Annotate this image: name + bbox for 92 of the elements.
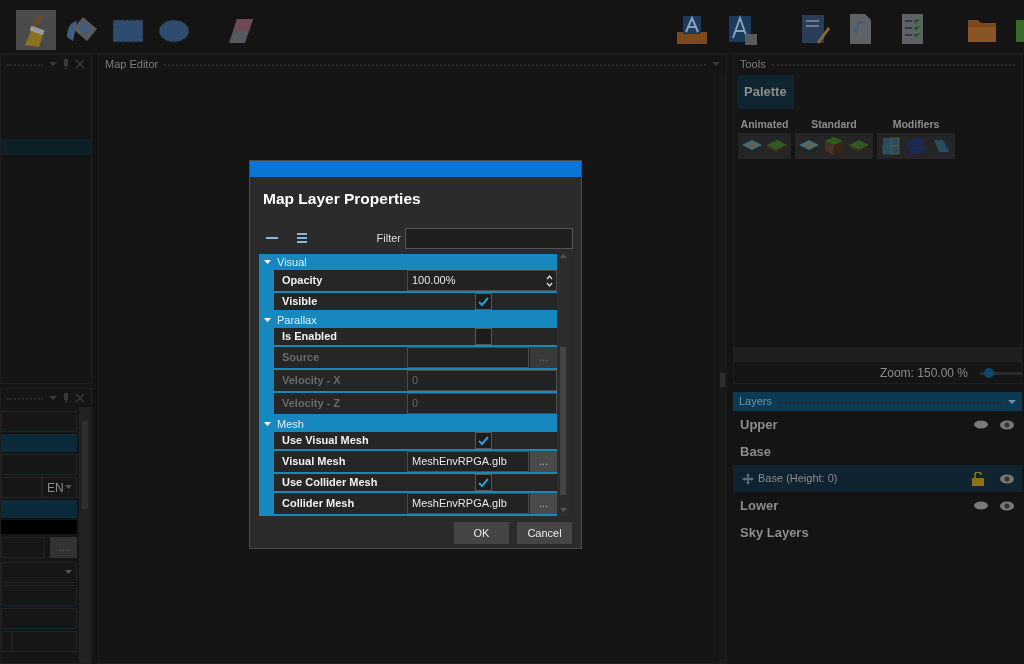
selected-row[interactable] bbox=[1, 434, 77, 452]
panel-title: Layers bbox=[739, 394, 773, 410]
scroll-thumb[interactable] bbox=[720, 373, 725, 387]
property-label: Use Visual Mesh bbox=[281, 433, 370, 449]
layer-group-row[interactable]: Base bbox=[733, 438, 1022, 465]
list-icon[interactable] bbox=[296, 232, 308, 244]
slider-thumb[interactable] bbox=[984, 367, 995, 378]
dropdown-icon[interactable] bbox=[712, 61, 720, 67]
input-field[interactable] bbox=[1, 454, 77, 475]
group-label: Standard bbox=[810, 116, 858, 132]
layer-group-row[interactable]: Sky Layers bbox=[733, 519, 1022, 546]
checkbox[interactable] bbox=[475, 328, 492, 345]
layer-name: Sky Layers bbox=[740, 523, 810, 542]
oval-icon[interactable] bbox=[974, 501, 988, 510]
spin-value: 100.00% bbox=[412, 273, 456, 289]
property-label: Is Enabled bbox=[281, 329, 339, 345]
scroll-thumb[interactable] bbox=[560, 347, 566, 495]
filter-field[interactable] bbox=[405, 227, 573, 249]
caret-icon bbox=[264, 317, 271, 323]
pin-icon[interactable] bbox=[63, 59, 69, 69]
layer-group-row[interactable]: Lower bbox=[733, 492, 1022, 519]
move-icon bbox=[742, 472, 754, 485]
dialog-title: Map Layer Properties bbox=[262, 189, 422, 209]
number-tiles-icon[interactable] bbox=[906, 136, 926, 157]
layer-row[interactable]: Base (Height: 0) bbox=[733, 465, 1022, 492]
scroll-down-icon[interactable] bbox=[559, 508, 567, 513]
layer-name: Upper bbox=[740, 415, 779, 434]
checkbox[interactable] bbox=[475, 474, 492, 491]
dropdown-icon[interactable] bbox=[49, 395, 57, 401]
input-field[interactable] bbox=[1, 411, 77, 432]
category-header[interactable]: Parallax bbox=[259, 312, 557, 328]
checkbox[interactable] bbox=[475, 432, 492, 449]
property-label: Source bbox=[281, 350, 321, 366]
category-label: Mesh bbox=[277, 416, 304, 432]
input-field[interactable] bbox=[407, 347, 529, 368]
eye-icon[interactable] bbox=[999, 499, 1015, 512]
caret-icon bbox=[65, 570, 72, 575]
category-header[interactable]: Mesh bbox=[259, 416, 557, 432]
zoom-label: Zoom: 150.00 % bbox=[879, 365, 968, 382]
language-code: EN bbox=[47, 479, 64, 497]
category-header[interactable]: Visual bbox=[259, 254, 557, 270]
number-tiles-icon[interactable] bbox=[881, 136, 901, 157]
layer-name: Base bbox=[740, 442, 773, 461]
property-label: Opacity bbox=[281, 273, 324, 289]
property-label: Velocity - Z bbox=[281, 396, 342, 412]
checkbox[interactable] bbox=[475, 293, 492, 310]
padlock-icon[interactable] bbox=[972, 471, 984, 486]
language-dropdown[interactable]: EN bbox=[42, 477, 77, 498]
layer-name: Lower bbox=[740, 496, 780, 515]
property-label: Use Collider Mesh bbox=[281, 475, 379, 491]
layer-group-row[interactable]: Upper bbox=[733, 411, 1022, 438]
input-field[interactable]: MeshEnvRPGA.glb bbox=[407, 451, 529, 472]
category-label: Visual bbox=[277, 254, 307, 270]
filter-label: Filter bbox=[376, 230, 401, 246]
input-field[interactable] bbox=[1, 608, 77, 629]
property-label: Velocity - X bbox=[281, 373, 342, 389]
dropdown-icon[interactable] bbox=[1008, 398, 1016, 405]
panel-title: Map Editor bbox=[105, 56, 159, 72]
oval-icon[interactable] bbox=[974, 420, 988, 429]
group-label: Modifiers bbox=[891, 116, 941, 132]
input-field[interactable] bbox=[1, 585, 77, 606]
category-label: Parallax bbox=[277, 312, 317, 328]
paintbrush-tool-button[interactable] bbox=[16, 10, 56, 50]
eye-icon[interactable] bbox=[999, 418, 1015, 431]
close-icon[interactable] bbox=[75, 59, 85, 69]
color-swatch[interactable] bbox=[1, 520, 77, 534]
property-label: Visual Mesh bbox=[281, 454, 347, 470]
caret-icon bbox=[264, 421, 271, 427]
group-label: Animated bbox=[739, 116, 790, 132]
layer-name: Base (Height: 0) bbox=[758, 471, 839, 487]
caret-icon bbox=[264, 259, 271, 265]
eye-icon[interactable] bbox=[999, 472, 1015, 485]
dropdown-icon[interactable] bbox=[49, 61, 57, 67]
cancel-button[interactable]: Cancel bbox=[517, 522, 572, 544]
palette-tab[interactable]: Palette bbox=[737, 75, 794, 109]
caret-icon bbox=[65, 485, 72, 490]
browse-button[interactable]: ... bbox=[530, 451, 557, 472]
panel-title: Tools bbox=[740, 56, 766, 72]
ok-button[interactable]: OK bbox=[454, 522, 509, 544]
dirt-block-icon[interactable] bbox=[824, 136, 844, 157]
browse-button[interactable]: ... bbox=[530, 493, 557, 514]
scroll-up-icon[interactable] bbox=[559, 254, 567, 259]
close-icon[interactable] bbox=[75, 393, 85, 403]
input-field[interactable]: MeshEnvRPGA.glb bbox=[407, 493, 529, 514]
spin-arrows-icon[interactable] bbox=[546, 274, 553, 287]
spin-field[interactable]: 100.00% bbox=[407, 270, 557, 291]
selected-row[interactable] bbox=[1, 500, 77, 518]
dropdown[interactable] bbox=[1, 562, 77, 583]
pin-icon[interactable] bbox=[63, 393, 69, 403]
property-label: Collider Mesh bbox=[281, 496, 356, 512]
scrollbar[interactable] bbox=[79, 407, 91, 663]
property-label: Visible bbox=[281, 294, 319, 310]
